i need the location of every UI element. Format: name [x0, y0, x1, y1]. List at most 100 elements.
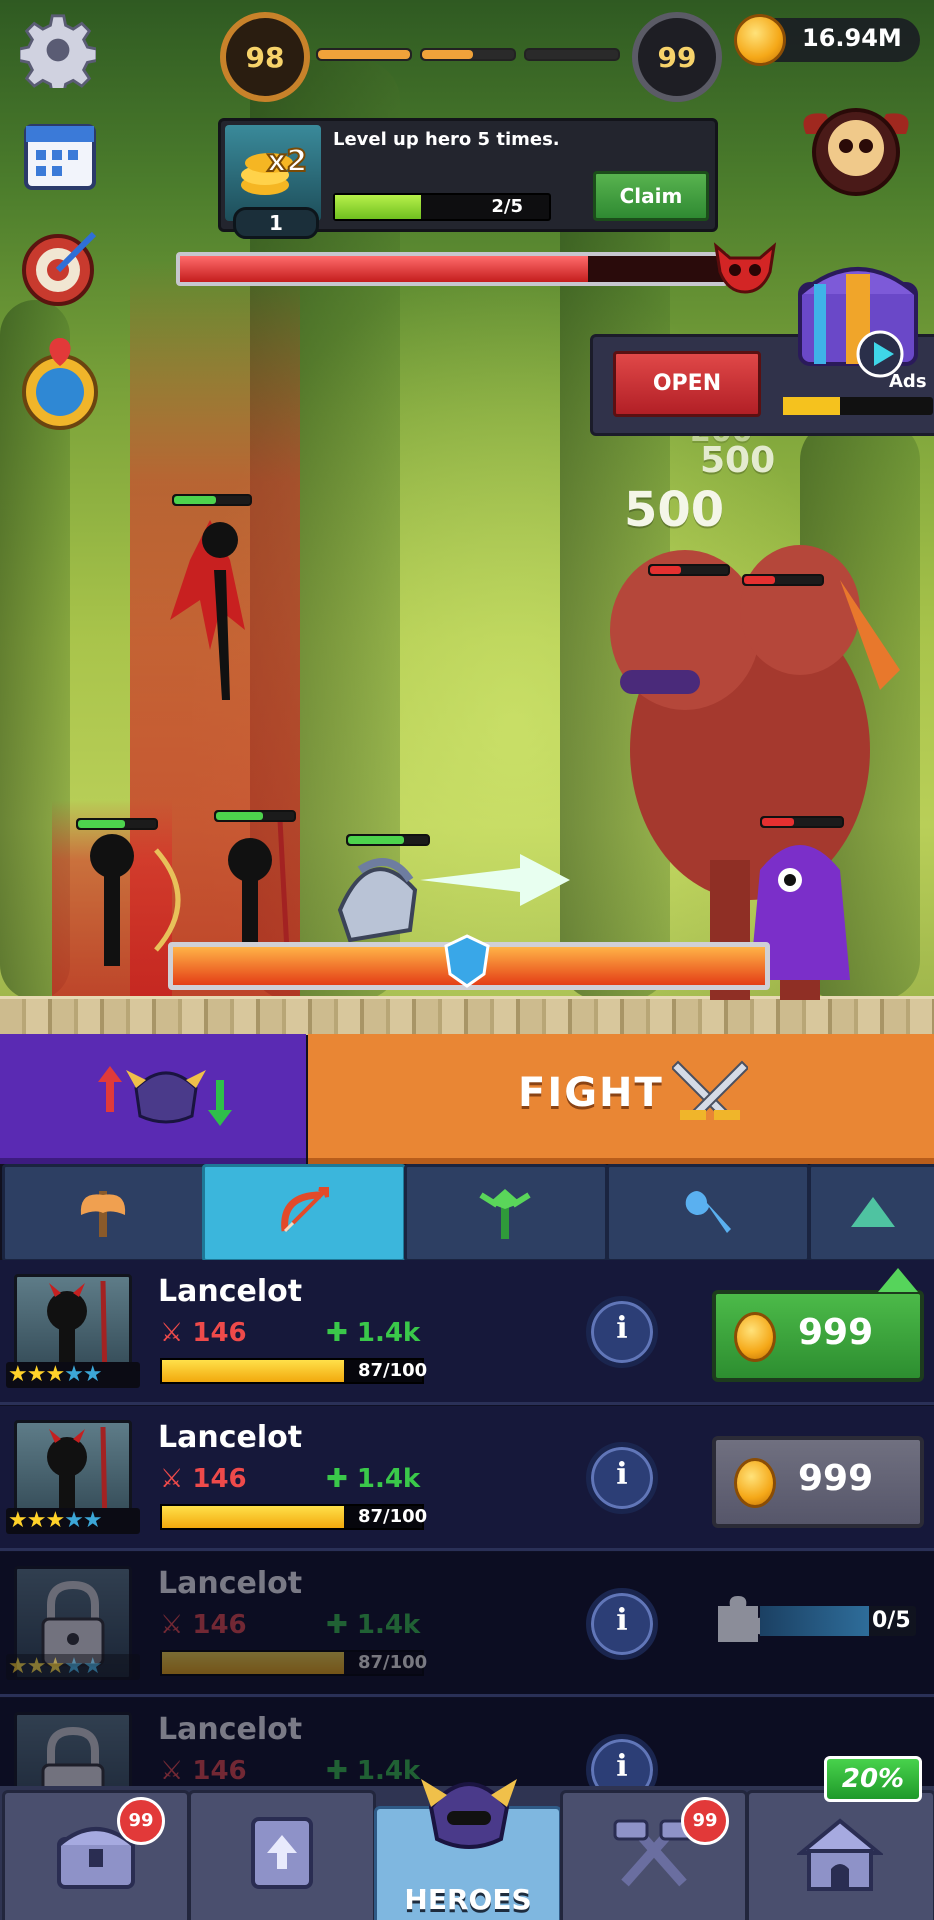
demon-hero: [170, 520, 245, 700]
damage-number: 500: [624, 482, 725, 538]
hp-value: 1.4k: [356, 1464, 421, 1494]
hero-row[interactable]: ★★★★★ Lancelot ⚔ 146 ✚ 1.4k 87/100 i 999: [0, 1260, 934, 1405]
tab-collapse[interactable]: [808, 1164, 934, 1262]
coins-reward-icon: x2: [241, 143, 308, 195]
chests-badge: 99: [117, 1797, 165, 1845]
attack-value: 146: [192, 1756, 247, 1786]
home-percent-badge: 20%: [824, 1756, 922, 1802]
hp-stat: ✚ 1.4k: [326, 1464, 420, 1494]
hero-name: Lancelot: [158, 1712, 303, 1747]
nav-upgrades[interactable]: [188, 1790, 376, 1920]
hp-value: 1.4k: [356, 1610, 421, 1640]
wrench-icon: [685, 1191, 731, 1233]
settings-gear-icon[interactable]: [20, 12, 96, 88]
hero-row-locked[interactable]: ★★★★★ Lancelot ⚔ 146 ✚ 1.4k 87/100 i 0/5: [0, 1552, 934, 1697]
enemy-hp-bar: [648, 564, 730, 576]
calendar-icon[interactable]: [22, 116, 98, 192]
hero-hp-bar: [76, 818, 158, 830]
coin-icon: [734, 1312, 776, 1362]
healer-staff-icon: [479, 1189, 531, 1239]
level-progress-segment: [316, 48, 412, 61]
info-icon: i: [616, 1749, 628, 1784]
info-button[interactable]: i: [586, 1442, 658, 1514]
sword-icon: ⚔: [160, 1318, 184, 1348]
boss-hp-skull-icon: [713, 242, 777, 294]
attack-value: 146: [192, 1464, 247, 1494]
quest-reward-count: 1: [233, 207, 319, 239]
damage-number: 500: [700, 440, 776, 481]
axe-icon: [80, 1191, 126, 1237]
triangle-up-icon: [851, 1197, 895, 1227]
hero-hp-bar: [172, 494, 252, 506]
info-icon: i: [616, 1311, 628, 1346]
upgrade-cost: 999: [798, 1312, 874, 1353]
upgrade-cost: 999: [798, 1458, 874, 1499]
nav-home[interactable]: [746, 1790, 934, 1920]
plus-icon: ✚: [326, 1756, 348, 1786]
attack-stat: ⚔ 146: [160, 1464, 247, 1494]
fight-button[interactable]: FIGHT: [308, 1034, 934, 1164]
info-icon: i: [616, 1603, 628, 1638]
coin-icon: [734, 1458, 776, 1508]
hp-stat: ✚ 1.4k: [326, 1756, 420, 1786]
upgrade-book-icon: [251, 1817, 313, 1889]
xp-text: 87/100: [358, 1506, 428, 1527]
upgrade-button[interactable]: 999: [712, 1436, 924, 1528]
tab-engineer[interactable]: [606, 1164, 810, 1262]
attack-value: 146: [192, 1318, 247, 1348]
enemy-hp-bar: [760, 816, 844, 828]
chest-progress-bar: [783, 397, 933, 415]
star-rating: ★★★★★: [6, 1654, 140, 1680]
upgrade-button[interactable]: 999: [712, 1290, 924, 1382]
bow-icon: [281, 1187, 329, 1233]
info-icon: i: [616, 1457, 628, 1492]
treasure-chest-icon[interactable]: [790, 244, 926, 384]
enemy-hp-bar: [742, 574, 824, 586]
crossed-swords-icon: [672, 1060, 748, 1120]
open-chest-button[interactable]: OPEN: [613, 351, 761, 417]
boss-hp-bar: [176, 252, 728, 286]
bottom-nav: 99 HEROES 99: [0, 1779, 934, 1920]
tab-warrior[interactable]: [2, 1164, 206, 1262]
hero-portrait: [14, 1712, 132, 1790]
hero-swap-tab[interactable]: [0, 1034, 306, 1164]
current-level-badge: 98: [220, 12, 310, 102]
attack-stat: ⚔ 146: [160, 1610, 247, 1640]
helmet-swap-icon: [98, 1066, 232, 1126]
castle-icon: [797, 1818, 883, 1891]
hero-row[interactable]: ★★★★★ Lancelot ⚔ 146 ✚ 1.4k 87/100 i 999: [0, 1406, 934, 1551]
hero-list: ★★★★★ Lancelot ⚔ 146 ✚ 1.4k 87/100 i 999…: [0, 1260, 934, 1790]
quest-panel: x2 1 Level up hero 5 times. 2/5 Claim: [218, 118, 718, 239]
info-button[interactable]: i: [586, 1296, 658, 1368]
hp-stat: ✚ 1.4k: [326, 1318, 420, 1348]
hero-hp-bar: [346, 834, 430, 846]
hp-value: 1.4k: [356, 1756, 421, 1786]
tab-archer[interactable]: [202, 1164, 406, 1262]
sword-icon: ⚔: [160, 1756, 184, 1786]
attack-stat: ⚔ 146: [160, 1756, 247, 1786]
nav-forge[interactable]: 99: [560, 1790, 748, 1920]
shard-count: 0/5: [872, 1608, 911, 1633]
plus-icon: ✚: [326, 1610, 348, 1640]
hero-name: Lancelot: [158, 1420, 303, 1455]
target-icon[interactable]: [20, 226, 102, 308]
info-button[interactable]: i: [586, 1588, 658, 1660]
xp-text: 87/100: [358, 1360, 428, 1381]
claim-button[interactable]: Claim: [593, 171, 709, 221]
tab-support[interactable]: [404, 1164, 608, 1262]
coin-counter: 16.94M: [734, 14, 920, 66]
coin-icon: [734, 14, 786, 66]
hp-stat: ✚ 1.4k: [326, 1610, 420, 1640]
reward-multiplier: x2: [267, 144, 307, 179]
quest-progress-text: 2/5: [491, 196, 523, 217]
nav-chests[interactable]: 99: [2, 1790, 190, 1920]
info-button[interactable]: i: [586, 1734, 658, 1790]
quest-progress-bar: 2/5: [333, 193, 551, 221]
plus-icon: ✚: [326, 1464, 348, 1494]
boss-skull-icon[interactable]: [796, 104, 916, 200]
map-wheel-icon[interactable]: [20, 336, 100, 432]
lock-icon: [41, 1726, 105, 1790]
nav-heroes[interactable]: HEROES: [374, 1779, 562, 1920]
energy-arrow: [420, 854, 570, 906]
heroes-label: HEROES: [404, 1883, 532, 1916]
